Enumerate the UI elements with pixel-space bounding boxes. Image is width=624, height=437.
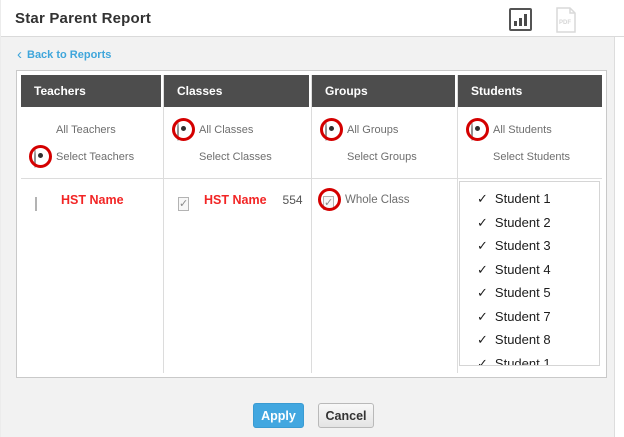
check-icon: ✓	[477, 238, 488, 253]
report-selector-panel: Teachers All Teachers Select Teachers	[16, 70, 607, 378]
teacher-name: HST Name	[61, 193, 124, 207]
student-item[interactable]: ✓Student 1	[460, 352, 599, 367]
star-parent-report-screen: - Star Parent Report PDF Back to Reports…	[0, 0, 624, 437]
column-students: Students All Students Select Students ✓S…	[458, 75, 602, 373]
page-title: Star Parent Report	[15, 0, 151, 37]
checkbox-checked[interactable]: ✓	[323, 196, 334, 210]
column-header-groups: Groups	[312, 75, 455, 107]
back-link-label: Back to Reports	[27, 49, 111, 61]
apply-button[interactable]: Apply	[253, 403, 304, 428]
check-icon: ✓	[477, 215, 488, 230]
radio-select-students[interactable]: Select Students	[458, 143, 602, 170]
checkbox-unchecked[interactable]	[35, 197, 37, 211]
student-item[interactable]: ✓Student 5	[460, 281, 599, 305]
student-item[interactable]: ✓Student 7	[460, 305, 599, 329]
back-to-reports-link[interactable]: Back to Reports	[17, 49, 111, 61]
teacher-row[interactable]: HST Name	[21, 193, 163, 207]
check-icon: ✓	[477, 191, 488, 206]
student-item[interactable]: ✓Student 1	[460, 187, 599, 211]
column-groups: Groups All Groups Select Groups	[312, 75, 458, 373]
students-list[interactable]: ✓Student 1 ✓Student 2 ✓Student 3 ✓Studen…	[459, 181, 600, 366]
check-icon: ✓	[477, 262, 488, 277]
radio-icon-selected	[34, 149, 36, 168]
student-item[interactable]: ✓Student 2	[460, 211, 599, 235]
class-count: 554	[283, 193, 303, 207]
class-name: HST Name	[204, 193, 267, 207]
student-item[interactable]: ✓Student 3	[460, 234, 599, 258]
group-row[interactable]: ✓ Whole Class	[312, 193, 457, 206]
cancel-button[interactable]: Cancel	[318, 403, 374, 428]
checkbox-checked[interactable]: ✓	[178, 197, 189, 211]
radio-all-groups[interactable]: All Groups	[312, 116, 457, 143]
bar-chart-icon[interactable]	[509, 8, 532, 31]
column-header-classes: Classes	[164, 75, 309, 107]
radio-all-students[interactable]: All Students	[458, 116, 602, 143]
pdf-icon[interactable]: PDF	[554, 7, 578, 33]
check-icon: ✓	[477, 285, 488, 300]
check-icon: ✓	[477, 356, 488, 367]
student-item[interactable]: ✓Student 4	[460, 258, 599, 282]
radio-all-classes[interactable]: All Classes	[164, 116, 311, 143]
column-teachers: Teachers All Teachers Select Teachers	[21, 75, 164, 373]
screenshot-right-edge	[614, 37, 624, 437]
radio-select-teachers[interactable]: Select Teachers	[21, 143, 163, 170]
column-header-teachers: Teachers	[21, 75, 161, 107]
radio-select-groups[interactable]: Select Groups	[312, 143, 457, 170]
radio-icon-selected	[177, 122, 179, 141]
student-item[interactable]: ✓Student 8	[460, 328, 599, 352]
column-classes: Classes All Classes Select Classes ✓	[164, 75, 312, 373]
check-icon: ✓	[477, 332, 488, 347]
group-name: Whole Class	[345, 194, 410, 206]
radio-icon-selected	[325, 122, 327, 141]
class-row[interactable]: ✓ HST Name 554	[164, 193, 311, 207]
radio-select-classes[interactable]: Select Classes	[164, 143, 311, 170]
svg-text:PDF: PDF	[559, 20, 571, 26]
radio-all-teachers[interactable]: All Teachers	[21, 116, 163, 143]
check-icon: ✓	[477, 309, 488, 324]
titlebar: Star Parent Report PDF	[1, 0, 624, 37]
chevron-left-icon	[17, 49, 22, 60]
column-header-students: Students	[458, 75, 602, 107]
radio-icon-selected	[471, 122, 473, 141]
